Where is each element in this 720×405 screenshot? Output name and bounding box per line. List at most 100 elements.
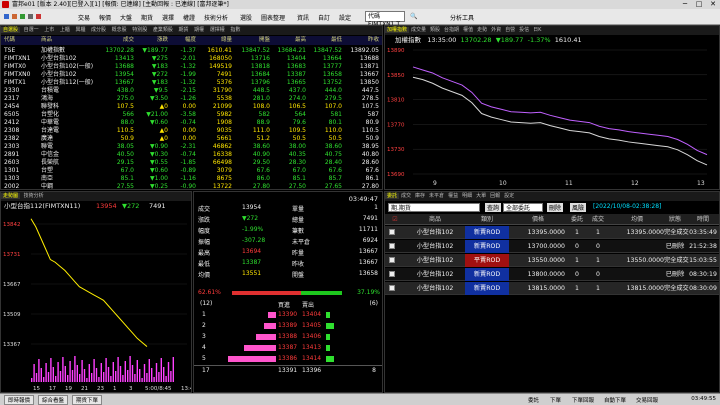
tab-technical[interactable]: 技術分析 [22,193,46,199]
account-select[interactable]: 期.期貨 [388,203,480,212]
menu-item-futures[interactable]: 期貨 [141,13,153,22]
tab-futopt[interactable]: 期權 [192,27,206,33]
ask-price[interactable]: 13406 [302,333,321,340]
tab-concept[interactable]: 概念股 [110,27,129,33]
status-trade-report[interactable]: 交易回報 [636,396,658,404]
tab-special[interactable]: 特別股 [130,27,149,33]
col-open[interactable]: 開盤 [259,36,270,45]
col-volume[interactable]: 總量 [221,36,232,45]
row-checkbox[interactable] [389,271,395,277]
open-icon[interactable] [11,14,17,19]
tab-components[interactable]: 成分股 [89,27,108,33]
depth-row[interactable]: 1 13390 13404 [194,310,382,320]
index-tab-4[interactable]: 權值 [461,27,475,33]
tab-tick-chart[interactable]: 走勢圖 [1,193,21,199]
query-button[interactable]: 查詢 [485,203,502,212]
tab-listed[interactable]: 上市 [42,27,56,33]
tab-index[interactable]: 指數 [228,27,242,33]
filter-select[interactable]: 全部委託 [503,203,543,212]
table-row[interactable]: 小型台指102 新賣ROD 13395.0000 1 1 13395.0000 完全成交 03… [385,226,719,239]
col-time[interactable]: 時間 [688,214,718,225]
orders-tab-0[interactable]: 委託 [385,193,400,199]
row-checkbox[interactable] [389,285,395,291]
save-icon[interactable] [19,14,25,19]
index-tab-3[interactable]: 台指期 [442,27,461,33]
minimize-icon[interactable]: ─ [678,0,692,9]
table-row[interactable]: 小型台指102 新賣ROD 13815.0000 1 1 13815.0000 完全成交 08… [385,282,719,295]
ask-price[interactable]: 13413 [302,344,321,351]
index-tab-2[interactable]: 類股 [428,27,442,33]
close-icon[interactable]: ✕ [706,0,720,9]
bid-price[interactable]: 13387 [278,344,297,351]
status-tab-futures-order[interactable]: 期貨下單 [72,395,103,405]
print-icon[interactable] [27,14,33,19]
tab-emerging[interactable]: 興櫃 [73,27,87,33]
depth-row[interactable]: 3 13388 13406 [194,332,382,342]
row-checkbox[interactable] [389,257,395,263]
status-place[interactable]: 下單 [550,396,561,404]
risk-button[interactable]: 風險 [570,203,587,212]
tab-option[interactable]: 選擇權 [208,27,227,33]
col-ordered[interactable]: 委託 [567,214,587,225]
bid-price[interactable]: 13386 [278,355,297,362]
col-price[interactable]: 價格 [511,214,565,225]
tab-futures[interactable]: 期貨 [176,27,190,33]
menu-item-quote[interactable]: 報價 [99,13,111,22]
select-all-checkbox[interactable]: ☑ [391,214,399,225]
orders-tab-8[interactable]: 設定 [502,193,516,199]
delete-button[interactable]: 刪除 [547,203,564,212]
menu-item-warrants[interactable]: 權證 [183,13,195,22]
index-tab-1[interactable]: 成交量 [409,27,428,33]
tab-industry[interactable]: 產業類股 [151,27,175,33]
col-last[interactable]: 成交 [123,36,134,45]
bid-price[interactable]: 13388 [278,333,297,340]
col-code[interactable]: 代碼 [4,36,15,45]
col-high[interactable]: 最高 [295,36,306,45]
col-product[interactable]: 商品 [409,214,461,225]
menu-item-screener[interactable]: 選股 [240,13,252,22]
menu-item-market[interactable]: 大盤 [120,13,132,22]
col-avg[interactable]: 均價 [610,214,664,225]
menu-item-custom[interactable]: 自訂 [318,13,330,22]
row-checkbox[interactable] [389,229,395,235]
maximize-icon[interactable]: □ [692,0,706,9]
menu-item-technical[interactable]: 技術分析 [204,13,228,22]
ask-price[interactable]: 13405 [302,322,321,329]
menu-item-options[interactable]: 選擇 [162,13,174,22]
orders-tab-4[interactable]: 權益 [446,193,460,199]
grid-icon[interactable] [35,14,41,19]
menu-item-trade[interactable]: 交易 [78,13,90,22]
tab-watch1[interactable]: 自選一 [22,27,41,33]
table-row[interactable]: 小型台指102 新賣ROD 13700.0000 0 0 已刪除 21:52:38 [385,240,719,253]
symbol-command-input[interactable]: 代碼 FIMTXN1.T [365,11,405,28]
index-tab-0[interactable]: 加權指數 [385,27,410,33]
orders-tab-6[interactable]: 大單 [474,193,488,199]
status-tab-realtime[interactable]: 即時報價 [4,395,35,405]
orders-tab-2[interactable]: 庫存 [413,193,427,199]
index-tab-8[interactable]: 投信 [517,27,531,33]
col-status[interactable]: 狀態 [664,214,686,225]
search-icon[interactable]: 🔍 [410,13,417,20]
index-tab-5[interactable]: 走勢 [475,27,489,33]
table-row[interactable]: 小型台指102 平賣ROD 13550.0000 1 1 13550.0000 完全成交 15… [385,254,719,267]
futures-line-chart[interactable]: 13842 13731 13667 13509 13367 15 17 19 21 23 1 3 5:0… [1,212,191,392]
orders-tab-5[interactable]: 明細 [460,193,474,199]
col-prev-close[interactable]: 昨收 [368,36,379,45]
depth-row[interactable]: 5 13386 13414 [194,354,382,364]
col-low[interactable]: 最低 [331,36,342,45]
index-tab-6[interactable]: 外資 [489,27,503,33]
status-auto[interactable]: 自動下單 [604,396,626,404]
orders-tab-3[interactable]: 未平倉 [427,193,446,199]
bid-price[interactable]: 13389 [278,322,297,329]
status-report[interactable]: 下單回報 [572,396,594,404]
index-tab-9[interactable]: 日K [531,27,543,33]
tab-watchlist[interactable]: 自選股 [1,27,21,33]
menu-item-info[interactable]: 資訊 [297,13,309,22]
row-checkbox[interactable] [389,243,395,249]
table-row[interactable]: 小型台指102 新賣ROD 13800.0000 0 0 已刪除 08:30:19 [385,268,719,281]
index-line-chart[interactable]: 13890 13850 13810 13770 13730 13690 9 10 11 12 13 [385,46,719,189]
analysis-tools-button[interactable]: 分析工具 [450,13,474,22]
status-orders[interactable]: 委託 [528,396,539,404]
col-change[interactable]: 漲跌 [157,36,168,45]
table-row[interactable]: 2002 中鋼 27.55 ▼0.25 -0.90 13722 27.80 27.50 27.6… [1,182,382,189]
